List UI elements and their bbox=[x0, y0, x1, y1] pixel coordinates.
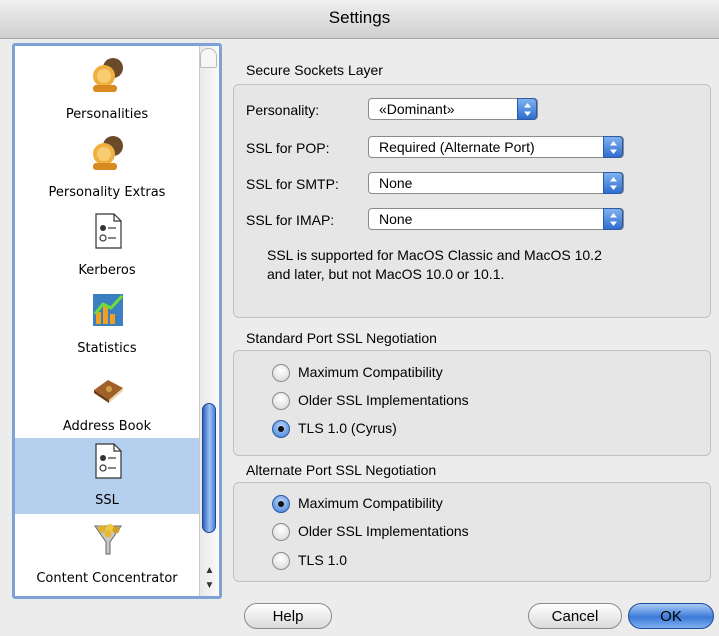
help-button[interactable]: Help bbox=[244, 603, 332, 629]
content-concentrator-icon bbox=[91, 520, 125, 558]
sidebar-scrollbar[interactable]: ▲ ▼ bbox=[199, 46, 219, 596]
radio-button[interactable] bbox=[272, 523, 290, 541]
sidebar-item-kerberos[interactable]: Kerberos bbox=[15, 208, 199, 284]
sidebar-item-content-concentrator[interactable]: Content Concentrator bbox=[15, 516, 199, 592]
settings-sidebar[interactable]: Personalities Personality Extras Kerbero… bbox=[12, 43, 222, 599]
radio-label: TLS 1.0 bbox=[298, 552, 348, 568]
personality-popup[interactable]: «Dominant» bbox=[368, 98, 538, 120]
ssl-icon bbox=[91, 442, 125, 480]
radio-label: Maximum Compatibility bbox=[298, 495, 443, 511]
popup-arrows-icon bbox=[603, 136, 623, 158]
ssl-support-note: SSL is supported for MacOS Classic and M… bbox=[267, 247, 602, 282]
ssl-pop-label: SSL for POP: bbox=[246, 140, 330, 156]
kerberos-icon bbox=[91, 212, 125, 250]
address-book-icon bbox=[91, 368, 125, 406]
sidebar-item-label: Content Concentrator bbox=[36, 571, 178, 586]
sidebar-item-personalities[interactable]: Personalities bbox=[15, 52, 199, 128]
sidebar-item-statistics[interactable]: Statistics bbox=[15, 286, 199, 362]
sidebar-item-label: Statistics bbox=[77, 341, 137, 356]
popup-arrows-icon bbox=[603, 172, 623, 194]
radio-button[interactable] bbox=[272, 420, 290, 438]
sidebar-item-address-book[interactable]: Address Book bbox=[15, 364, 199, 440]
cancel-button[interactable]: Cancel bbox=[528, 603, 622, 629]
ssl-smtp-popup[interactable]: None bbox=[368, 172, 624, 194]
title-bar: Settings bbox=[0, 0, 719, 39]
radio-button[interactable] bbox=[272, 495, 290, 513]
alternate-port-title: Alternate Port SSL Negotiation bbox=[246, 462, 437, 478]
personality-extras-icon bbox=[91, 134, 125, 172]
radio-label: Older SSL Implementations bbox=[298, 523, 469, 539]
ssl-pop-popup[interactable]: Required (Alternate Port) bbox=[368, 136, 624, 158]
ssl-imap-value: None bbox=[379, 211, 413, 227]
ssl-imap-popup[interactable]: None bbox=[368, 208, 624, 230]
radio-button[interactable] bbox=[272, 392, 290, 410]
personalities-icon bbox=[91, 56, 125, 94]
standard-port-title: Standard Port SSL Negotiation bbox=[246, 330, 437, 346]
personality-value: «Dominant» bbox=[379, 101, 455, 117]
radio-label: TLS 1.0 (Cyrus) bbox=[298, 420, 397, 436]
scrollbar-thumb[interactable] bbox=[202, 403, 216, 533]
window-title: Settings bbox=[328, 8, 391, 27]
ssl-smtp-value: None bbox=[379, 175, 413, 191]
statistics-icon bbox=[91, 290, 125, 328]
ssl-group-title: Secure Sockets Layer bbox=[246, 62, 383, 78]
sidebar-item-label: Personalities bbox=[65, 107, 149, 122]
sidebar-item-label: Kerberos bbox=[78, 263, 136, 278]
popup-arrows-icon bbox=[517, 98, 537, 120]
radio-label: Older SSL Implementations bbox=[298, 392, 469, 408]
sidebar-item-personality-extras[interactable]: Personality Extras bbox=[15, 130, 199, 206]
sidebar-item-ssl[interactable]: SSL bbox=[15, 438, 199, 514]
radio-button[interactable] bbox=[272, 552, 290, 570]
radio-label: Maximum Compatibility bbox=[298, 364, 443, 380]
personality-label: Personality: bbox=[246, 102, 320, 118]
ssl-imap-label: SSL for IMAP: bbox=[246, 212, 335, 228]
sidebar-item-label: Address Book bbox=[62, 419, 152, 434]
ssl-smtp-label: SSL for SMTP: bbox=[246, 176, 339, 192]
sidebar-item-label: Personality Extras bbox=[48, 185, 166, 200]
scroll-down-arrow-icon[interactable]: ▼ bbox=[202, 579, 217, 593]
radio-button[interactable] bbox=[272, 364, 290, 382]
sidebar-item-label: SSL bbox=[95, 493, 119, 508]
ok-button[interactable]: OK bbox=[628, 603, 714, 629]
scroll-up-arrow-icon[interactable]: ▲ bbox=[202, 564, 217, 578]
ssl-pop-value: Required (Alternate Port) bbox=[379, 139, 535, 155]
scrollbar-top-cap bbox=[200, 48, 217, 68]
popup-arrows-icon bbox=[603, 208, 623, 230]
